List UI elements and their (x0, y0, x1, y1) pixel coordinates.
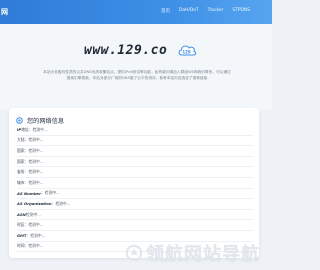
info-row-continent: 大陆： 检测中... (17, 136, 253, 147)
hero-section (0, 24, 272, 110)
site-brand[interactable]: 网 (1, 7, 8, 17)
row-key: ASN (17, 212, 26, 218)
card-header: 您的网络信息 (16, 116, 64, 125)
watermark: 领航网站导航 (125, 240, 260, 266)
cloud-badge-text: 129 (183, 50, 192, 55)
site-intro: 本站为非盈利性质的公共DNS优质收集站点，提供IPv6测试等功能，如有疑问请加入… (43, 70, 231, 80)
info-row-country: 国家： 检测中... (17, 146, 253, 157)
info-row-as-organization: AS Organization ： 检测中... (17, 199, 253, 210)
row-label: 省份： (17, 169, 29, 175)
row-label: 地址： (21, 126, 33, 132)
row-value: 检测中... (28, 243, 44, 249)
row-key: AS Organization (17, 201, 52, 207)
network-info-list: IP 地址： 检测中... 大陆： 检测中... 国家： 检测中... 国家： … (17, 125, 253, 253)
info-row-as-number: AS Number ： 检测中... (17, 189, 253, 200)
row-value: 检测中... (55, 200, 71, 206)
row-value: 检测中... (28, 222, 44, 228)
row-value: 检测中... (30, 232, 46, 238)
cloud-icon: 129 (178, 45, 197, 56)
row-key: AS Number (17, 190, 41, 196)
nav-item-doh-dot[interactable]: DoH/DoT (179, 8, 199, 14)
row-value: 检测中... (28, 169, 44, 175)
info-row-province: 省份： 检测中... (17, 167, 253, 178)
watermark-logo-icon (125, 244, 143, 262)
row-key: GMT (17, 233, 27, 239)
row-value: 检测中... (28, 158, 44, 164)
logo-text: www.129.co (84, 42, 168, 58)
row-label: 大陆： (17, 137, 29, 143)
info-row-city: 城市： 检测中... (17, 178, 253, 189)
row-label: 国家： (17, 147, 29, 153)
main-nav: 首页 DoH/DoT Tracker STPDNS (161, 8, 250, 14)
nav-item-stpdns[interactable]: STPDNS (232, 8, 250, 14)
nav-item-tracker[interactable]: Tracker (208, 8, 224, 14)
info-row-timezone: 时区： 检测中... (17, 220, 253, 231)
nav-item-home[interactable]: 首页 (161, 8, 170, 14)
watermark-text: 领航网站导航 (146, 244, 260, 265)
row-value: 检测中... (28, 147, 44, 153)
row-value: 检测中... (32, 126, 48, 132)
location-pin-icon (16, 117, 23, 124)
top-navigation-bar: 网 首页 DoH/DoT Tracker STPDNS (0, 0, 272, 24)
site-logo: www.129.co 129 (84, 42, 197, 58)
row-label: 时区： (17, 222, 29, 228)
row-value: 检测中... (44, 190, 60, 196)
row-label: 城市： (17, 179, 29, 185)
info-row-asn: ASN 检测中... (17, 210, 253, 221)
card-title: 您的网络信息 (27, 118, 65, 125)
network-info-card: 您的网络信息 IP 地址： 检测中... 大陆： 检测中... 国家： 检测中.… (9, 108, 259, 258)
info-row-ip: IP 地址： 检测中... (17, 125, 253, 136)
info-row-country-2: 国家： 检测中... (17, 157, 253, 168)
row-value: 检测中... (28, 179, 44, 185)
row-value: 检测中... (28, 137, 44, 143)
row-label: 国家： (17, 158, 29, 164)
row-label: 检测中... (25, 211, 41, 217)
row-label: 时间： (17, 243, 29, 249)
